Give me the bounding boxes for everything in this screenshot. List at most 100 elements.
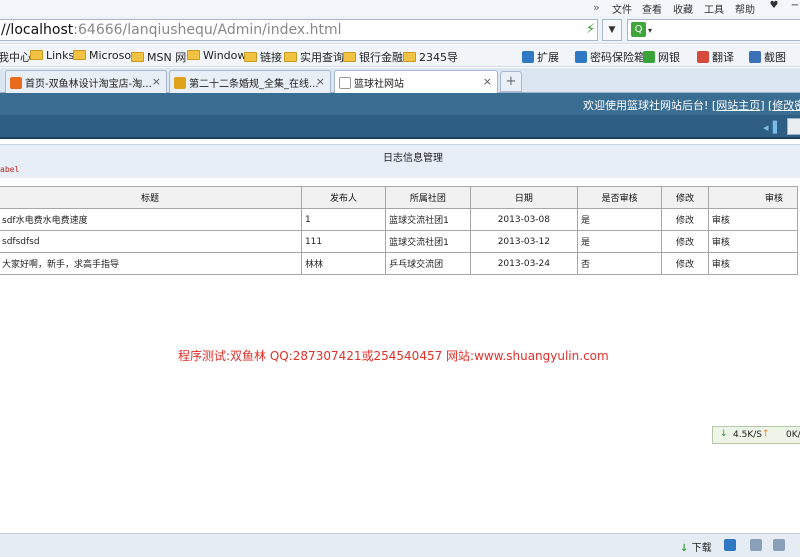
cell-title: sdfsdfsd bbox=[0, 230, 302, 253]
tab-label: 篮球社网站 bbox=[354, 79, 404, 90]
screenshot-button[interactable]: 截图 bbox=[749, 49, 786, 65]
col-header-title: 标题 bbox=[0, 186, 302, 209]
favorites-bar: 我中心 Links Microso MSN 网 Window 链接 实用查询 银… bbox=[0, 45, 800, 67]
page-title: 日志信息管理 bbox=[383, 153, 443, 164]
minimize-button[interactable]: − bbox=[785, 0, 800, 14]
menu-file[interactable]: 文件 bbox=[612, 1, 632, 16]
lightning-icon[interactable]: ⚡ bbox=[586, 22, 595, 37]
menu-tools[interactable]: 工具 bbox=[704, 1, 724, 16]
folder-icon bbox=[73, 50, 86, 60]
address-row: //localhost:64666/lanqiushequ/Admin/inde… bbox=[0, 16, 800, 44]
search-engine-dropdown-chevron-icon[interactable]: ▾ bbox=[648, 26, 652, 35]
bracket: ] bbox=[760, 99, 765, 112]
skin-button[interactable]: ♥ bbox=[764, 0, 784, 14]
review-link[interactable]: 审核 bbox=[707, 252, 799, 275]
address-dropdown-chevron-icon[interactable]: ▼ bbox=[602, 19, 622, 41]
change-password-link[interactable]: 修改密码 bbox=[772, 99, 800, 112]
welcome-area: 欢迎使用篮球社网站后台! [网站主页] [修改密码] bbox=[583, 97, 800, 113]
cell-date: 2013-03-24 bbox=[469, 252, 578, 275]
translate-button[interactable]: 翻译 bbox=[697, 49, 734, 65]
cell-reviewed: 是 bbox=[576, 208, 663, 231]
menu-view[interactable]: 查看 bbox=[642, 1, 662, 16]
address-path: :64666/lanqiushequ/Admin/index.html bbox=[73, 22, 342, 38]
site-header: 欢迎使用篮球社网站后台! [网站主页] [修改密码] bbox=[0, 93, 800, 115]
cell-reviewed: 是 bbox=[576, 230, 663, 253]
col-header-edit: 修改 bbox=[661, 186, 709, 209]
address-host: //localhost bbox=[1, 22, 74, 38]
menu-toggle-box[interactable] bbox=[787, 118, 800, 135]
table-row: sdfsdfsd 111 篮球交流社团1 2013-03-12 是 修改 审核 bbox=[0, 230, 799, 253]
favorite-item[interactable]: Window bbox=[187, 49, 246, 62]
password-vault-button[interactable]: 密码保险箱 bbox=[575, 49, 645, 65]
home-link[interactable]: 网站主页 bbox=[716, 99, 760, 112]
browser-menu-bar: » 文件 查看 收藏 工具 帮助 ♥ − bbox=[0, 0, 800, 16]
window-icon[interactable] bbox=[750, 539, 762, 551]
favorite-item[interactable]: Links bbox=[30, 49, 74, 62]
favorite-item[interactable]: 实用查询 bbox=[284, 49, 344, 65]
collapse-arrow-icon[interactable]: ◂▐ bbox=[763, 121, 777, 134]
menu-help[interactable]: 帮助 bbox=[735, 1, 755, 16]
status-bar: ↓ 下载 bbox=[0, 533, 800, 557]
close-tab-icon[interactable]: × bbox=[316, 75, 325, 88]
tab-basketball-site[interactable]: 篮球社网站 × bbox=[334, 70, 498, 94]
review-link[interactable]: 审核 bbox=[707, 208, 799, 231]
search-input[interactable]: Q ▾ bbox=[627, 19, 800, 41]
favorite-item[interactable]: Microso bbox=[73, 49, 131, 62]
folder-icon bbox=[244, 52, 257, 62]
tab-label: 第二十二条婚规_全集_在线... bbox=[189, 79, 319, 90]
site-favicon-icon bbox=[10, 77, 22, 89]
table-row: 大家好啊，新手，求高手指导 林林 乒乓球交流团 2013-03-24 否 修改 … bbox=[0, 252, 799, 275]
close-tab-icon[interactable]: × bbox=[152, 75, 161, 88]
favorite-item[interactable]: 我中心 bbox=[0, 49, 31, 65]
address-bar[interactable]: //localhost:64666/lanqiushequ/Admin/inde… bbox=[0, 19, 598, 41]
edit-link[interactable]: 修改 bbox=[661, 208, 709, 231]
extensions-button[interactable]: 扩展 bbox=[522, 49, 559, 65]
tab-video[interactable]: 第二十二条婚规_全集_在线... × bbox=[169, 70, 331, 93]
cell-publisher: 1 bbox=[300, 208, 387, 231]
key-icon bbox=[575, 51, 587, 63]
menu-overflow-chevron-icon[interactable]: » bbox=[593, 1, 600, 14]
edit-link[interactable]: 修改 bbox=[661, 230, 709, 253]
online-banking-button[interactable]: 网银 bbox=[643, 49, 680, 65]
scissors-icon bbox=[749, 51, 761, 63]
tab-label: 首页-双鱼林设计淘宝店-淘... bbox=[25, 79, 152, 90]
ie-icon[interactable] bbox=[724, 539, 736, 551]
cell-date: 2013-03-12 bbox=[469, 230, 578, 253]
log-table: 标题 发布人 所属社团 日期 是否审核 修改 审核 sdf水电费水电费速度 1 … bbox=[0, 186, 799, 275]
debug-label: abel bbox=[0, 165, 20, 174]
puzzle-icon bbox=[522, 51, 534, 63]
speaker-icon[interactable] bbox=[773, 539, 785, 551]
new-tab-button[interactable]: + bbox=[500, 71, 522, 92]
translate-icon bbox=[697, 51, 709, 63]
cell-title: sdf水电费水电费速度 bbox=[0, 208, 302, 231]
favorite-item[interactable]: MSN 网 bbox=[131, 49, 186, 65]
col-header-review: 审核 bbox=[707, 186, 799, 209]
cell-club: 篮球交流社团1 bbox=[385, 230, 471, 253]
folder-icon bbox=[187, 50, 200, 60]
col-header-date: 日期 bbox=[469, 186, 578, 209]
close-tab-icon[interactable]: × bbox=[483, 75, 492, 88]
cell-publisher: 111 bbox=[300, 230, 387, 253]
download-button[interactable]: ↓ 下载 bbox=[680, 539, 712, 554]
table-row: sdf水电费水电费速度 1 篮球交流社团1 2013-03-08 是 修改 审核 bbox=[0, 208, 799, 231]
shield-icon bbox=[643, 51, 655, 63]
cell-publisher: 林林 bbox=[300, 252, 387, 275]
tab-bar: 首页-双鱼林设计淘宝店-淘... × 第二十二条婚规_全集_在线... × 篮球… bbox=[0, 68, 800, 94]
tab-taobao[interactable]: 首页-双鱼林设计淘宝店-淘... × bbox=[5, 70, 167, 93]
favorite-item[interactable]: 银行金融 bbox=[343, 49, 403, 65]
folder-icon bbox=[343, 52, 356, 62]
favorite-item[interactable]: 链接 bbox=[244, 49, 282, 65]
col-header-publisher: 发布人 bbox=[300, 186, 387, 209]
site-subheader: ◂▐ bbox=[0, 115, 800, 139]
cell-title: 大家好啊，新手，求高手指导 bbox=[0, 252, 302, 275]
favorite-item[interactable]: 2345导 bbox=[403, 49, 458, 65]
search-engine-icon[interactable]: Q bbox=[631, 22, 646, 37]
folder-icon bbox=[403, 52, 416, 62]
review-link[interactable]: 审核 bbox=[707, 230, 799, 253]
folder-icon bbox=[131, 52, 144, 62]
watermark-text: 程序测试:双鱼林 QQ:287307421或254540457 网站:www.s… bbox=[178, 349, 609, 363]
menu-favorites[interactable]: 收藏 bbox=[673, 1, 693, 16]
col-header-club: 所属社团 bbox=[385, 186, 471, 209]
edit-link[interactable]: 修改 bbox=[661, 252, 709, 275]
network-speed-widget[interactable]: ↓ 4.5K/S ↑ 0K/S bbox=[712, 426, 800, 444]
